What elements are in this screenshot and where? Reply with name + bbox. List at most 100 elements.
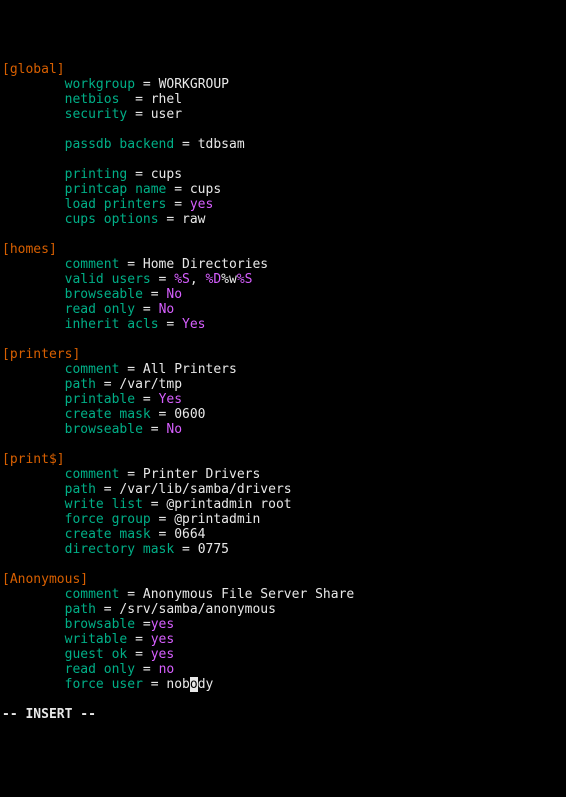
equals-sign: =: [174, 542, 197, 557]
equals-sign: =: [159, 212, 182, 227]
config-key: security: [65, 107, 128, 122]
config-key: comment: [65, 362, 120, 377]
config-line: printing = cups: [2, 167, 564, 182]
equals-sign: =: [127, 107, 150, 122]
config-keyword: Yes: [159, 392, 182, 407]
config-key: printcap name: [65, 182, 167, 197]
config-key: load printers: [65, 197, 167, 212]
config-key: read only: [65, 302, 135, 317]
vim-editor-buffer[interactable]: [global] workgroup = WORKGROUP netbios =…: [2, 62, 564, 692]
section-header: [Anonymous]: [2, 572, 88, 587]
config-line: force user = nobody: [2, 677, 564, 692]
config-line: comment = All Printers: [2, 362, 564, 377]
config-token: ,: [190, 272, 206, 287]
config-keyword: No: [166, 287, 182, 302]
config-token: %D: [206, 272, 222, 287]
equals-sign: =: [159, 317, 182, 332]
config-keyword: Yes: [182, 317, 205, 332]
config-line: browsable =yes: [2, 617, 564, 632]
equals-sign: =: [151, 407, 174, 422]
config-keyword: yes: [190, 197, 213, 212]
config-key: inherit acls: [65, 317, 159, 332]
config-line: printable = Yes: [2, 392, 564, 407]
config-value: @printadmin root: [166, 497, 291, 512]
config-line: write list = @printadmin root: [2, 497, 564, 512]
config-line: [2, 332, 564, 347]
section-header: [global]: [2, 62, 65, 77]
config-line: path = /srv/samba/anonymous: [2, 602, 564, 617]
config-line: [print$]: [2, 452, 564, 467]
config-value: @printadmin: [174, 512, 260, 527]
config-key: passdb backend: [65, 137, 175, 152]
config-value: Home Directories: [143, 257, 268, 272]
config-key: comment: [65, 587, 120, 602]
config-key: comment: [65, 257, 120, 272]
equals-sign: =: [135, 662, 158, 677]
config-line: [homes]: [2, 242, 564, 257]
config-key: browseable: [65, 287, 143, 302]
config-key: read only: [65, 662, 135, 677]
config-line: browseable = No: [2, 287, 564, 302]
config-line: create mask = 0600: [2, 407, 564, 422]
section-header: [print$]: [2, 452, 65, 467]
config-value: Anonymous File Server Share: [143, 587, 354, 602]
config-key: printable: [65, 392, 135, 407]
config-line: [2, 152, 564, 167]
config-value: Printer Drivers: [143, 467, 260, 482]
config-key: path: [65, 602, 96, 617]
equals-sign: =: [135, 392, 158, 407]
config-key: create mask: [65, 407, 151, 422]
config-line: [Anonymous]: [2, 572, 564, 587]
config-line: [2, 227, 564, 242]
config-key: directory mask: [65, 542, 175, 557]
config-value: /var/tmp: [119, 377, 182, 392]
config-line: [global]: [2, 62, 564, 77]
config-value: /var/lib/samba/drivers: [119, 482, 291, 497]
config-value: nob: [166, 677, 189, 692]
config-line: comment = Printer Drivers: [2, 467, 564, 482]
config-value: cups: [190, 182, 221, 197]
equals-sign: =: [127, 167, 150, 182]
config-line: [printers]: [2, 347, 564, 362]
config-line: browseable = No: [2, 422, 564, 437]
config-key: path: [65, 482, 96, 497]
config-keyword: no: [159, 662, 175, 677]
config-line: [2, 122, 564, 137]
equals-sign: =: [127, 632, 150, 647]
config-value: 0775: [198, 542, 229, 557]
config-key: workgroup: [65, 77, 135, 92]
config-line: cups options = raw: [2, 212, 564, 227]
equals-sign: =: [96, 482, 119, 497]
config-line: read only = No: [2, 302, 564, 317]
config-key: netbios: [65, 92, 120, 107]
equals-sign: =: [174, 137, 197, 152]
equals-sign: =: [143, 287, 166, 302]
config-key: writable: [65, 632, 128, 647]
equals-sign: =: [166, 197, 189, 212]
config-value: /srv/samba/anonymous: [119, 602, 276, 617]
config-key: force group: [65, 512, 151, 527]
config-line: create mask = 0664: [2, 527, 564, 542]
equals-sign: =: [143, 422, 166, 437]
config-value: 0664: [174, 527, 205, 542]
equals-sign: =: [119, 92, 150, 107]
config-key: browseable: [65, 422, 143, 437]
config-line: [2, 437, 564, 452]
config-line: writable = yes: [2, 632, 564, 647]
equals-sign: =: [151, 272, 174, 287]
config-key: write list: [65, 497, 143, 512]
config-line: printcap name = cups: [2, 182, 564, 197]
config-line: read only = no: [2, 662, 564, 677]
config-value: 0600: [174, 407, 205, 422]
equals-sign: =: [143, 497, 166, 512]
equals-sign: =: [119, 362, 142, 377]
config-line: path = /var/lib/samba/drivers: [2, 482, 564, 497]
config-line: load printers = yes: [2, 197, 564, 212]
config-key: force user: [65, 677, 143, 692]
equals-sign: =: [96, 602, 119, 617]
section-header: [printers]: [2, 347, 80, 362]
config-token: %S: [174, 272, 190, 287]
equals-sign: =: [135, 617, 151, 632]
equals-sign: =: [166, 182, 189, 197]
section-header: [homes]: [2, 242, 57, 257]
